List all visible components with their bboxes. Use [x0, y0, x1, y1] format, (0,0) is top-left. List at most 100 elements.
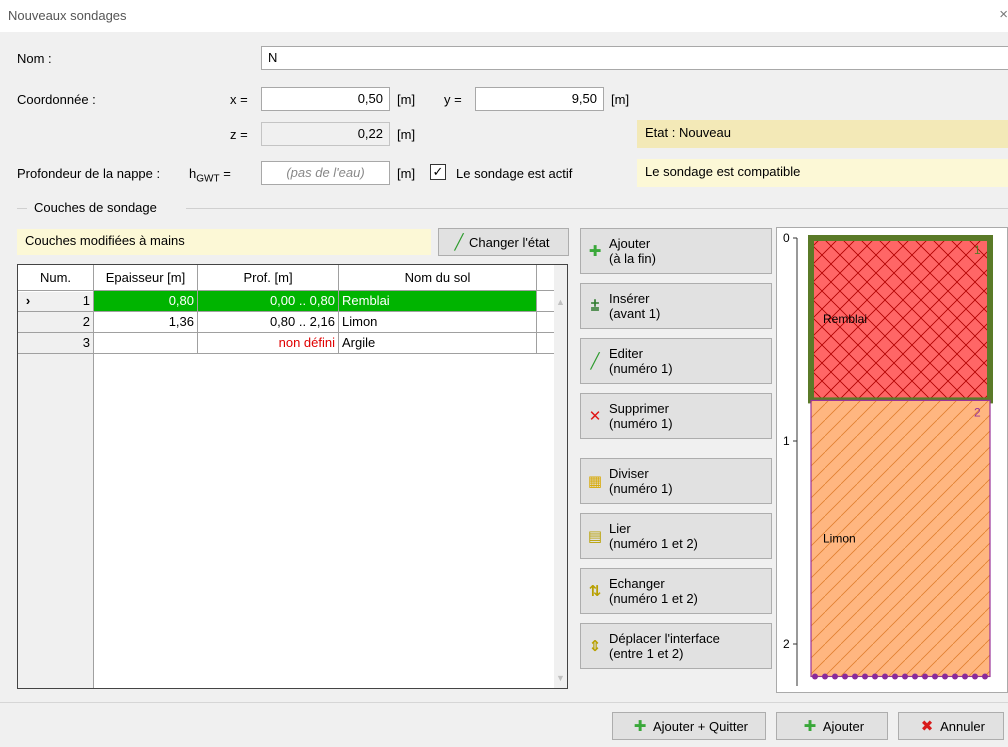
soil-layer-name: Limon [823, 531, 856, 545]
table-row[interactable]: › 1 0,80 0,00 .. 0,80 Remblai [18, 291, 567, 312]
x-unit: [m] [397, 92, 416, 107]
bottom-marker [982, 673, 988, 680]
bottom-marker [912, 673, 918, 680]
link-icon: ▤ [587, 527, 603, 545]
soil-profile-chart: 0 1 2 1 Remblai 2 Limon [783, 231, 993, 686]
window-title: Nouveaux sondages [8, 8, 127, 23]
bottom-marker [842, 673, 848, 680]
gwt-input[interactable]: (pas de l'eau) [261, 161, 390, 185]
cell-thickness[interactable] [94, 333, 198, 353]
y-input[interactable]: 9,50 [475, 87, 604, 111]
bottom-marker [952, 673, 958, 680]
col-soil[interactable]: Nom du sol [339, 265, 537, 290]
gwt-unit: [m] [397, 166, 416, 181]
title-bar: Nouveaux sondages × [0, 0, 1008, 32]
add-quit-button[interactable]: ✚ Ajouter + Quitter [612, 712, 766, 740]
soil-profile: 0 1 2 1 Remblai 2 Limon [776, 227, 1008, 693]
add-button[interactable]: ✚ Ajouter [776, 712, 888, 740]
bottom-marker [962, 673, 968, 680]
depth-tick-label: 2 [783, 637, 790, 651]
cell-thickness[interactable]: 1,36 [94, 312, 198, 332]
move-interface-icon: ⇕ [588, 637, 602, 655]
cell-depth[interactable]: 0,00 .. 0,80 [198, 291, 339, 311]
footer-divider [0, 702, 1008, 703]
z-input: 0,22 [261, 122, 390, 146]
group-title: Couches de sondage [34, 200, 157, 215]
cell-depth[interactable]: 0,80 .. 2,16 [198, 312, 339, 332]
y-unit: [m] [611, 92, 630, 107]
add-layer-button[interactable]: ✚ Ajouter (à la fin) [580, 228, 772, 274]
table-header: Num. Epaisseur [m] Prof. [m] Nom du sol [18, 265, 567, 291]
edit-layer-button[interactable]: ╱ Editer (numéro 1) [580, 338, 772, 384]
modified-badge: Couches modifiées à mains [17, 229, 431, 255]
col-depth[interactable]: Prof. [m] [198, 265, 339, 290]
soil-layer-name: Remblai [823, 312, 867, 326]
close-icon[interactable]: × [999, 6, 1008, 23]
scroll-down-icon[interactable]: ▼ [556, 673, 565, 683]
scroll-up-icon[interactable]: ▲ [556, 297, 565, 307]
soil-layer-index: 1 [974, 243, 981, 257]
move-interface-button[interactable]: ⇕ Déplacer l'interface (entre 1 et 2) [580, 623, 772, 669]
cell-soil[interactable]: Remblai [339, 291, 537, 311]
table-scrollbar[interactable]: ▲ ▼ [554, 265, 567, 688]
bottom-marker [812, 673, 818, 680]
bottom-marker [902, 673, 908, 680]
table-body: › 1 0,80 0,00 .. 0,80 Remblai 2 1,36 0,80… [18, 291, 567, 354]
bottom-marker [862, 673, 868, 680]
cell-soil[interactable]: Limon [339, 312, 537, 332]
compat-badge: Le sondage est compatible [637, 159, 1008, 187]
state-text: Etat : Nouveau [645, 125, 731, 140]
soil-layer-index: 2 [974, 405, 981, 419]
bottom-marker [822, 673, 828, 680]
link-layers-button[interactable]: ▤ Lier (numéro 1 et 2) [580, 513, 772, 559]
delete-icon: ✕ [588, 407, 602, 425]
col-num[interactable]: Num. [18, 265, 94, 290]
gwt-symbol: hGWT = [189, 166, 231, 185]
layers-table[interactable]: Num. Epaisseur [m] Prof. [m] Nom du sol … [17, 264, 568, 689]
z-label: z = [230, 127, 248, 142]
name-input[interactable]: N [261, 46, 1008, 70]
state-badge: Etat : Nouveau [637, 120, 1008, 148]
coordinate-label: Coordonnée : [17, 92, 96, 107]
bottom-marker [852, 673, 858, 680]
bottom-marker [882, 673, 888, 680]
bottom-marker [972, 673, 978, 680]
group-line-right [186, 208, 1008, 209]
depth-tick-label: 0 [783, 231, 790, 245]
table-row[interactable]: 2 1,36 0,80 .. 2,16 Limon [18, 312, 567, 333]
add-icon: ✚ [803, 718, 817, 735]
split-layer-button[interactable]: ▦ Diviser (numéro 1) [580, 458, 772, 504]
change-state-button[interactable]: ╱ Changer l'état [438, 228, 569, 256]
cancel-icon: ✖ [920, 718, 934, 735]
x-input[interactable]: 0,50 [261, 87, 390, 111]
cancel-button[interactable]: ✖ Annuler [898, 712, 1004, 740]
bottom-marker [872, 673, 878, 680]
swap-layers-button[interactable]: ⇅ Echanger (numéro 1 et 2) [580, 568, 772, 614]
modified-text: Couches modifiées à mains [25, 233, 185, 248]
table-row[interactable]: 3 non défini Argile [18, 333, 567, 354]
row-selector-icon: › [25, 293, 31, 308]
insert-layer-button[interactable]: ⩲ Insérer (avant 1) [580, 283, 772, 329]
compat-text: Le sondage est compatible [645, 164, 801, 179]
add-quit-icon: ✚ [633, 718, 647, 735]
bottom-marker [832, 673, 838, 680]
cell-soil[interactable]: Argile [339, 333, 537, 353]
delete-layer-button[interactable]: ✕ Supprimer (numéro 1) [580, 393, 772, 439]
gwt-label: Profondeur de la nappe : [17, 166, 161, 181]
col-thickness[interactable]: Epaisseur [m] [94, 265, 198, 290]
active-checkbox[interactable]: ✓ [430, 164, 446, 180]
cell-depth[interactable]: non défini [198, 333, 339, 353]
y-label: y = [444, 92, 462, 107]
bottom-marker [932, 673, 938, 680]
add-icon: ✚ [588, 242, 602, 260]
pencil-icon: ╱ [454, 234, 464, 251]
name-label: Nom : [17, 51, 52, 66]
active-checkbox-label[interactable]: Le sondage est actif [456, 166, 572, 181]
z-unit: [m] [397, 127, 416, 142]
edit-icon: ╱ [590, 352, 600, 370]
bottom-marker [892, 673, 898, 680]
depth-tick-label: 1 [783, 434, 790, 448]
swap-icon: ⇅ [588, 582, 602, 600]
cell-thickness[interactable]: 0,80 [94, 291, 198, 311]
group-line-left [17, 208, 27, 209]
